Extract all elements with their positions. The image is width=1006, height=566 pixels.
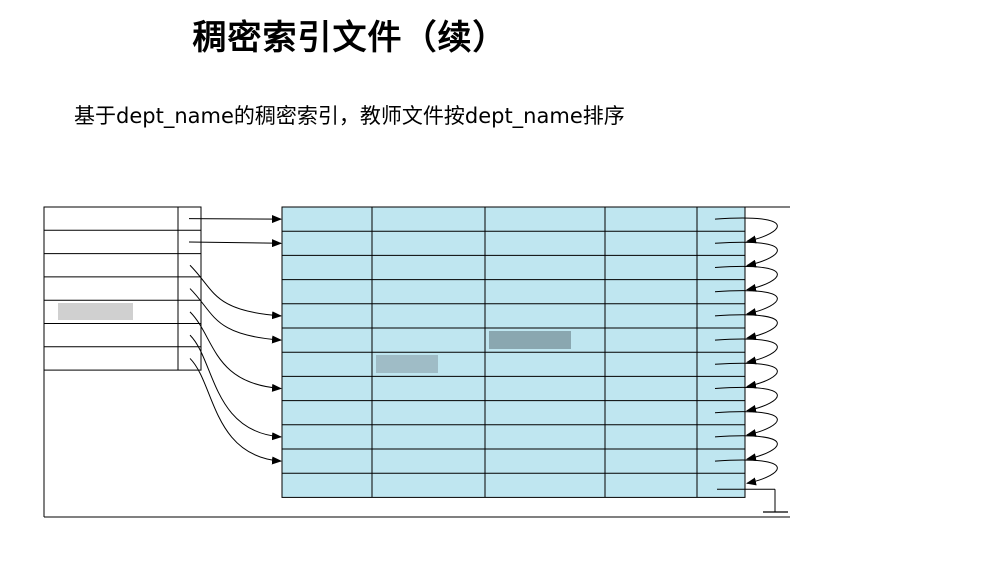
index-pointer-arrow — [189, 334, 282, 441]
index-key-highlight — [58, 303, 133, 321]
index-pointer-arrow — [188, 239, 282, 248]
dense-index-diagram — [0, 0, 1006, 566]
index-table-border — [43, 206, 202, 371]
index-pointer-arrow — [189, 311, 282, 392]
index-pointer-arrow — [189, 264, 282, 320]
name-highlight — [376, 355, 438, 374]
diagram-lines — [43, 206, 790, 518]
dept-highlight — [489, 331, 571, 350]
